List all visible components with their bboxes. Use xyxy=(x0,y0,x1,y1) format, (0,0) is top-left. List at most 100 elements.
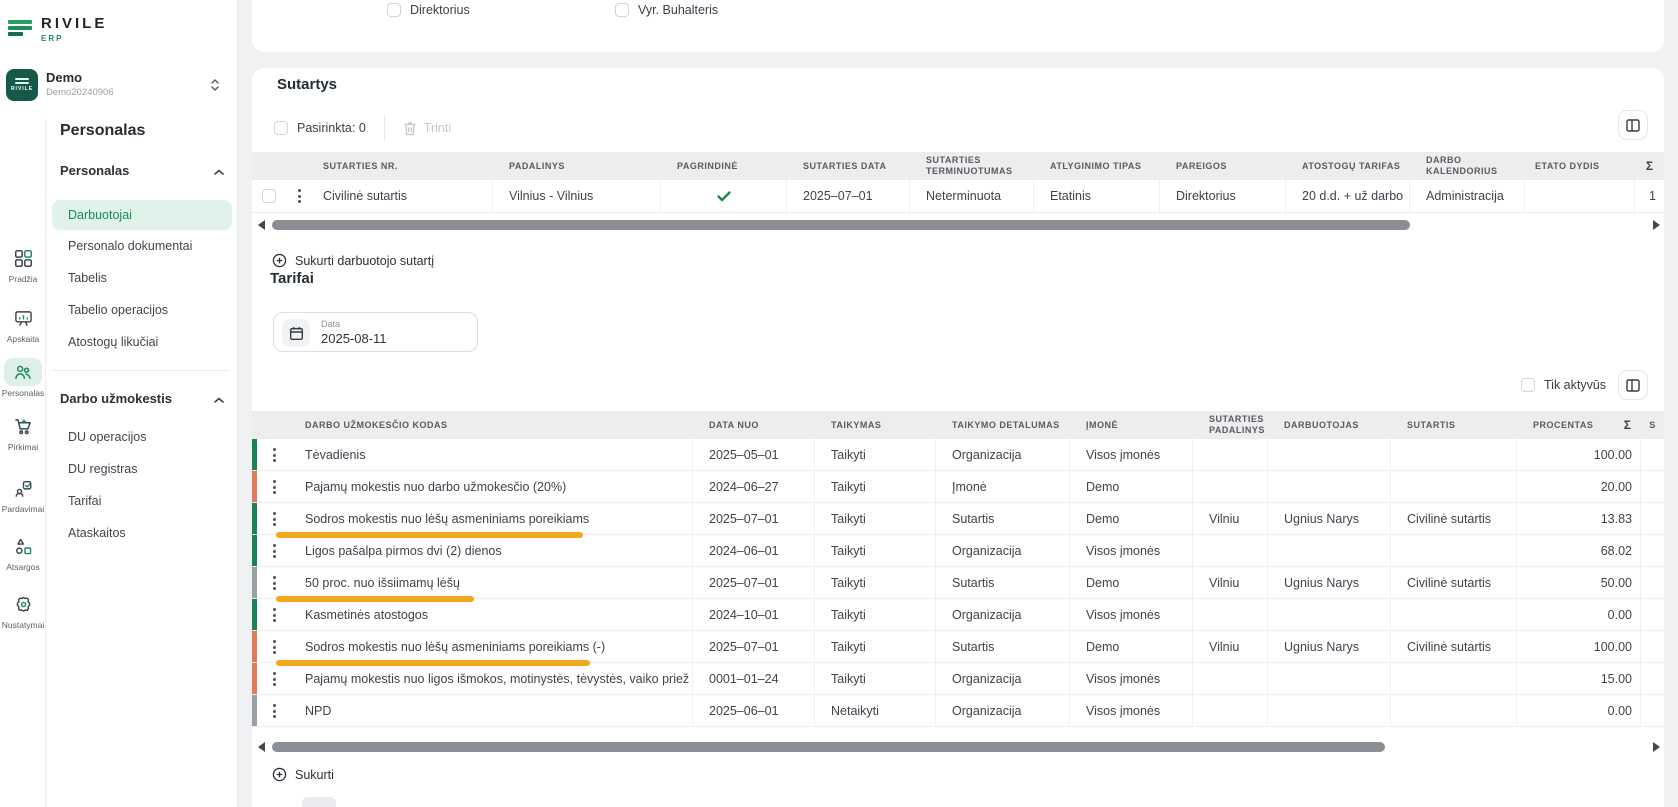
company-switcher[interactable]: RIVILE Demo Demo20240906 xyxy=(6,68,232,104)
table-row[interactable]: Sodros mokestis nuo lėšų asmeniniams por… xyxy=(252,631,1664,663)
create-contract-label: Sukurti darbuotojo sutartį xyxy=(295,254,434,268)
checkbox-icon[interactable] xyxy=(615,3,629,17)
sidebar-item-ataskaitos[interactable]: Ataskaitos xyxy=(52,518,232,548)
row-cell: Demo xyxy=(1070,503,1193,534)
gear-icon xyxy=(4,590,42,618)
kebab-menu-icon[interactable] xyxy=(273,576,276,590)
partial-button[interactable] xyxy=(302,797,336,807)
table-row[interactable]: 50 proc. nuo išsiimamų lėšų2025–07–01Tai… xyxy=(252,567,1664,599)
row-cell: Ugnius Narys xyxy=(1268,631,1391,662)
row-cell xyxy=(1641,439,1664,470)
rail-item-pardavimai[interactable]: Pardavimai xyxy=(0,474,46,514)
delete-label: Trinti xyxy=(424,121,451,135)
row-cell xyxy=(1268,695,1391,726)
sidebar-item-du-registras[interactable]: DU registras xyxy=(52,454,232,484)
row-cell: Netaikyti xyxy=(815,695,936,726)
rail-item-prad-ia[interactable]: Pradžia xyxy=(0,244,46,284)
row-cell xyxy=(1641,663,1664,694)
checkbox-icon[interactable] xyxy=(1521,378,1535,392)
date-field-value: 2025-08-11 xyxy=(321,331,387,346)
sum-icon: Σ xyxy=(1646,159,1653,173)
create-tariff-button[interactable]: Sukurti xyxy=(272,767,334,782)
sum-icon: Σ xyxy=(1624,418,1631,432)
row-cell: 20 d.d. + už darbo xyxy=(1286,180,1410,212)
row-cell: Ligos pašalpa pirmos dvi (2) dienos xyxy=(305,535,693,566)
row-cell: Taikyti xyxy=(815,535,936,566)
table-row[interactable]: Pajamų mokestis nuo darbo užmokesčio (20… xyxy=(252,471,1664,503)
row-cell: Taikyti xyxy=(815,471,936,502)
table-row[interactable]: Tėvadienis2025–05–01TaikytiOrganizacijaV… xyxy=(252,439,1664,471)
tarifai-title: Tarifai xyxy=(270,270,314,287)
scrollbar-thumb[interactable] xyxy=(272,220,1410,230)
select-all-checkbox[interactable] xyxy=(274,121,288,135)
kebab-menu-icon[interactable] xyxy=(273,704,276,718)
delete-button[interactable]: Trinti xyxy=(403,121,451,136)
row-cell: Visos įmonės xyxy=(1070,535,1193,566)
table-row[interactable]: Pajamų mokestis nuo ligos išmokos, motin… xyxy=(252,663,1664,695)
sidebar-item-tabelio-operacijos[interactable]: Tabelio operacijos xyxy=(52,295,232,325)
sutartys-column-0: SUTARTIES NR. xyxy=(323,152,493,180)
sutartys-column-2: PAGRINDINĖ xyxy=(661,152,787,180)
row-cell: Demo xyxy=(1070,631,1193,662)
rail-item-apskaita[interactable]: Apskaita xyxy=(0,304,46,344)
row-cell xyxy=(1641,631,1664,662)
scrollbar-thumb[interactable] xyxy=(272,742,1385,752)
table-row[interactable]: Ligos pašalpa pirmos dvi (2) dienos2024–… xyxy=(252,535,1664,567)
scroll-right-icon[interactable] xyxy=(1653,742,1660,752)
table-row[interactable]: Sodros mokestis nuo lėšų asmeniniams por… xyxy=(252,503,1664,535)
kebab-menu-icon[interactable] xyxy=(273,608,276,622)
kebab-menu-icon[interactable] xyxy=(273,544,276,558)
row-cell xyxy=(1391,695,1517,726)
scroll-right-icon[interactable] xyxy=(1653,220,1660,230)
table-row[interactable]: Civilinė sutartisVilnius - Vilnius2025–0… xyxy=(252,180,1664,213)
sidebar-item-darbuotojai[interactable]: Darbuotojai xyxy=(52,200,232,230)
rail-item-label: Pardavimai xyxy=(2,504,45,514)
row-cell xyxy=(1268,439,1391,470)
kebab-menu-icon[interactable] xyxy=(273,672,276,686)
table-row[interactable]: NPD2025–06–01NetaikytiOrganizacijaVisos … xyxy=(252,695,1664,727)
sutartys-column-9: ETATO DYDIS xyxy=(1525,152,1635,180)
column-settings-button[interactable] xyxy=(1618,370,1648,400)
scroll-left-icon[interactable] xyxy=(258,220,265,230)
kebab-menu-icon[interactable] xyxy=(298,189,301,203)
sutartys-column-3: SUTARTIES DATA xyxy=(787,152,910,180)
checkbox-icon[interactable] xyxy=(387,3,401,17)
section-header-personalas[interactable]: Personalas xyxy=(60,163,224,178)
checkbox-label: Direktorius xyxy=(410,3,470,17)
row-accent-bar xyxy=(252,439,257,470)
sidebar-item-tarifai[interactable]: Tarifai xyxy=(52,486,232,516)
sidebar-item-tabelis[interactable]: Tabelis xyxy=(52,263,232,293)
kebab-menu-icon[interactable] xyxy=(273,640,276,654)
scroll-left-icon[interactable] xyxy=(258,742,265,752)
row-cell: Organizacija xyxy=(936,663,1070,694)
only-active-filter[interactable]: Tik aktyvūs xyxy=(1521,378,1606,392)
rail-item-pirkimai[interactable]: Pirkimai xyxy=(0,412,46,452)
kebab-menu-icon[interactable] xyxy=(273,448,276,462)
updown-chevron-icon[interactable] xyxy=(210,78,220,97)
sidebar-divider xyxy=(52,370,230,371)
kebab-menu-icon[interactable] xyxy=(273,512,276,526)
sutartys-column-10: Σ xyxy=(1635,152,1664,180)
sidebar-item-personalo-dokumentai[interactable]: Personalo dokumentai xyxy=(52,231,232,261)
rail-item-personalas[interactable]: Personalas xyxy=(0,358,46,398)
kebab-menu-icon[interactable] xyxy=(273,480,276,494)
row-cell: Sutartis xyxy=(936,567,1070,598)
rail-item-nustatymai[interactable]: Nustatymai xyxy=(0,590,46,630)
create-contract-button[interactable]: Sukurti darbuotojo sutartį xyxy=(272,253,434,268)
rail-item-atsargos[interactable]: Atsargos xyxy=(0,532,46,572)
tarifai-column-1: DATA NUO xyxy=(693,411,815,439)
checkbox-direktorius[interactable]: Direktorius xyxy=(387,3,470,17)
header-lead-cell xyxy=(252,152,323,180)
table-row[interactable]: Kasmetinės atostogos2024–10–01TaikytiOrg… xyxy=(252,599,1664,631)
selected-count-label: Pasirinkta: 0 xyxy=(297,121,366,135)
row-accent-bar xyxy=(252,663,257,694)
column-settings-button[interactable] xyxy=(1618,110,1648,140)
sidebar-item-atostog-liku-iai[interactable]: Atostogų likučiai xyxy=(52,327,232,357)
sidebar-item-du-operacijos[interactable]: DU operacijos xyxy=(52,422,232,452)
checkbox-vyr-buhalteris[interactable]: Vyr. Buhalteris xyxy=(615,3,718,17)
row-cell xyxy=(1641,503,1664,534)
row-checkbox[interactable] xyxy=(262,189,276,203)
section-header-darbo-u-mokestis[interactable]: Darbo užmokestis xyxy=(60,391,224,406)
date-field[interactable]: Data 2025-08-11 xyxy=(273,312,478,352)
row-cell xyxy=(1268,535,1391,566)
